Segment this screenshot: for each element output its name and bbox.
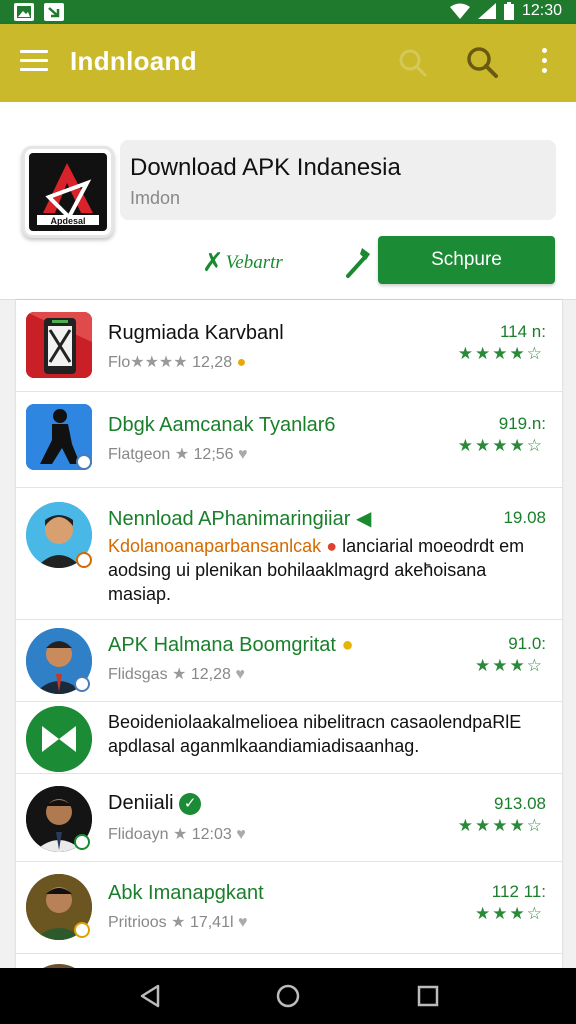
list-item-description: Beoideniolaakalmelioea nibelitracn casao… [108,712,522,756]
list-item-name: Rugmiada Karvbanl [108,322,284,344]
verified-badge-icon [74,676,90,692]
more-options-icon[interactable] [532,48,556,78]
menu-icon[interactable] [20,50,48,74]
speaker-icon: ◀ [355,508,372,530]
heart-icon: ♥ [235,666,245,683]
list-item-meta: Flidsgas ★ 12,28 ♥ [108,666,245,683]
clock: 12:30 [521,2,562,19]
list-item-size: 112 11: [491,882,546,901]
status-badge-icon [74,922,90,938]
faint-search-icon [399,49,428,78]
list-item[interactable] [16,954,562,968]
list-item-rating: ★★★★☆ [457,344,544,363]
list-item-rating: ★★★☆ [475,904,544,923]
app-bar-title: Indnloand [70,46,197,76]
app-icon: Apdesal [22,146,114,238]
wand-icon[interactable] [344,246,372,280]
coin-icon: ● [236,354,247,371]
primary-action-button[interactable]: Schpure [378,236,555,284]
list-item[interactable]: APK Halmana Boomgritat ● Flidsgas ★ 12,2… [16,620,562,702]
list-item-description: Kdolanoanaparbansanlcak ● lanciarial moe… [108,536,525,604]
download-notification-icon [44,3,64,21]
app-title: Download APK Indanesia [130,154,401,181]
list-item[interactable]: Abk Imanapgkant Pritrioos ★ 17,41l ♥ 112… [16,862,562,954]
list-item[interactable]: Dbgk Aamcanak Tyanlar6 Flatgeon ★ 12;56 … [16,392,562,488]
search-icon[interactable] [466,46,498,78]
app-subtitle: Imdon [130,188,181,208]
list-item-meta: Flatgeon ★ 12;56 ♥ [108,446,248,463]
list-item[interactable]: Beoideniolaakalmelioea nibelitracn casao… [16,702,562,774]
heart-icon: ♥ [238,446,248,463]
gallery-icon [14,3,34,21]
list-item-rating: ★★★★☆ [457,436,544,455]
app-info-box: Download APK Indanesia Imdon [120,140,556,220]
list-item[interactable]: Rugmiada Karvbanl Flo★★★★ 12,28 ● 114 n:… [16,300,562,392]
phone-app-icon [26,312,92,378]
alert-icon: ● [326,536,338,556]
list-item-name: Dbgk Aamcanak Tyanlar6 [108,414,336,436]
verified-badge-icon [76,454,92,470]
list-item-size: 19.08 [503,508,546,527]
check-icon: ✓ [179,792,202,815]
list-item-meta: Flo★★★★ 12,28 ● [108,354,247,371]
list-item-name: Deniiali ✓ [108,792,202,815]
apk-logo-icon: Apdesal [37,163,99,226]
list-item-size: 114 n: [499,322,546,341]
list-item-size: 913.08 [494,794,546,813]
svg-text:Apdesal: Apdesal [50,216,85,226]
battery-icon [503,2,514,20]
cross-icon: ✗ [202,248,224,277]
back-icon[interactable] [136,982,164,1010]
recents-icon[interactable] [414,982,442,1010]
signal-icon [477,3,496,19]
list-item-size: 919.n: [498,414,546,433]
list-item-name: APK Halmana Boomgritat ● [108,634,354,656]
app-list: Rugmiada Karvbanl Flo★★★★ 12,28 ● 114 n:… [16,300,562,968]
navigation-bar [0,968,576,1024]
list-item-name: Abk Imanapgkant [108,882,264,904]
emoji-icon: ● [341,634,354,656]
list-item-meta: Flidoayn ★ 12:03 ♥ [108,826,246,843]
list-item-rating: ★★★☆ [475,656,544,675]
secondary-action-label: Vebartr [225,252,283,273]
wifi-icon [449,3,470,19]
secondary-action-link[interactable]: ✗ Vebartr [202,248,283,278]
home-icon[interactable] [274,982,302,1010]
bowtie-logo-icon [26,706,92,772]
app-header-card: Apdesal Download APK Indanesia Imdon ✗ V… [0,102,576,300]
status-bar: 12:30 [0,0,576,24]
heart-icon: ♥ [236,826,246,843]
list-item-name: Nennload APhanimaringiiar ◀ [108,508,372,530]
list-item-meta: Pritrioos ★ 17,41l ♥ [108,914,248,931]
list-item[interactable]: Nennload APhanimaringiiar ◀ 19.08 Kdolan… [16,488,562,620]
status-badge-icon [76,552,92,568]
app-bar: Indnloand [0,24,576,102]
heart-icon: ♥ [237,914,248,931]
list-item[interactable]: Deniiali ✓ Flidoayn ★ 12:03 ♥ 913.08 ★★★… [16,774,562,862]
list-item-rating: ★★★★☆ [457,816,544,835]
verified-badge-icon [74,834,90,850]
list-item-size: 91.0: [508,634,546,653]
